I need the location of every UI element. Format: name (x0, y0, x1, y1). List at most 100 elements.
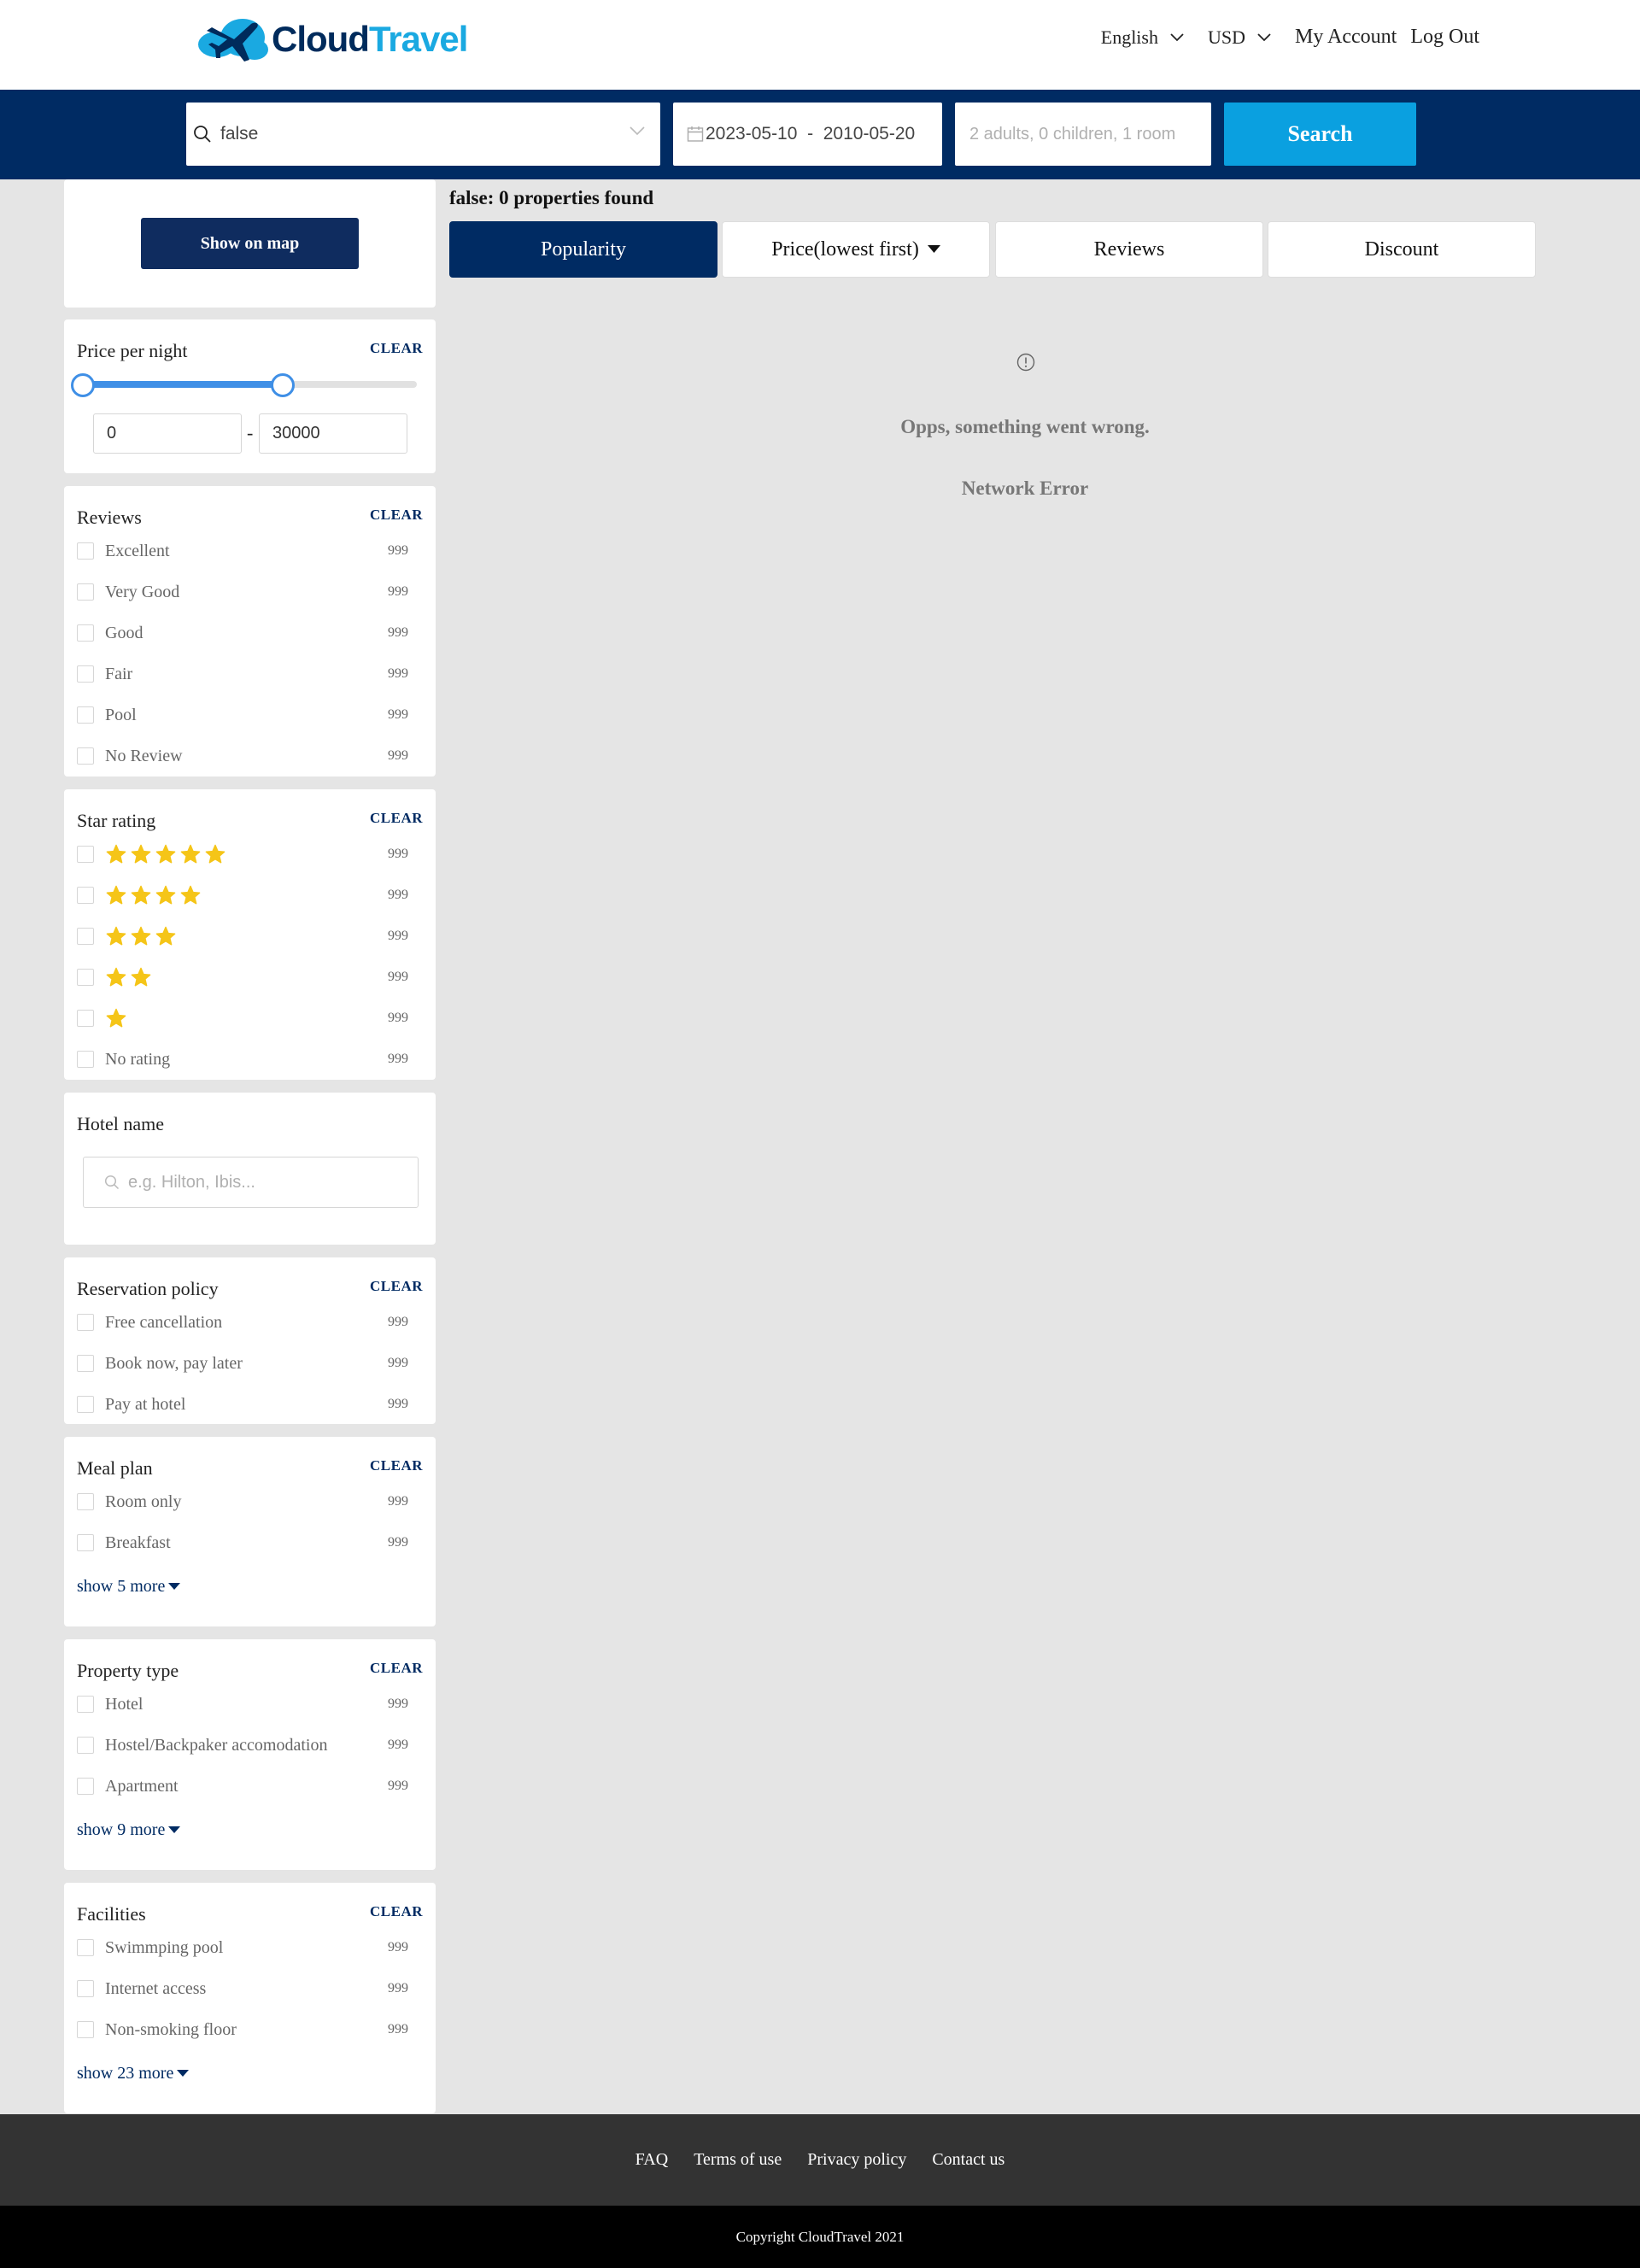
footer-link-faq[interactable]: FAQ (636, 2150, 669, 2170)
calendar-icon (687, 126, 704, 142)
facility-option-swimming-pool[interactable]: Swimmping pool 999 (77, 1935, 408, 1960)
destination-input[interactable]: false (186, 103, 660, 166)
logo[interactable]: CloudTravel (195, 15, 468, 63)
error-detail: Network Error (961, 478, 1089, 499)
star-option-3[interactable]: 999 (77, 923, 408, 949)
star-rating-clear-button[interactable]: CLEAR (370, 810, 423, 827)
review-option-good[interactable]: Good 999 (77, 620, 408, 646)
checkbox[interactable] (77, 846, 94, 863)
property-type-show-more-link[interactable]: show 9 more (77, 1820, 181, 1840)
star-option-no-rating[interactable]: No rating 999 (77, 1046, 408, 1072)
policy-option-book-now-pay-later[interactable]: Book now, pay later 999 (77, 1351, 408, 1376)
checkbox[interactable] (77, 1696, 94, 1713)
option-label: No rating (105, 1049, 171, 1069)
property-option-hostel[interactable]: Hostel/Backpaker accomodation 999 (77, 1732, 408, 1758)
checkbox[interactable] (77, 624, 94, 642)
checkbox[interactable] (77, 1778, 94, 1795)
checkbox[interactable] (77, 1355, 94, 1372)
meal-plan-show-more-link[interactable]: show 5 more (77, 1577, 181, 1597)
star-option-4[interactable]: 999 (77, 882, 408, 908)
option-count: 999 (388, 748, 408, 763)
footer-link-terms[interactable]: Terms of use (694, 2150, 782, 2170)
review-option-pool[interactable]: Pool 999 (77, 702, 408, 728)
caret-down-icon (168, 1826, 181, 1833)
price-max-input[interactable]: 30000 (259, 413, 407, 454)
sort-tab-discount[interactable]: Discount (1268, 221, 1536, 278)
checkbox[interactable] (77, 969, 94, 986)
review-option-excellent[interactable]: Excellent 999 (77, 538, 408, 564)
option-label: Apartment (105, 1776, 179, 1796)
footer-link-contact[interactable]: Contact us (932, 2150, 1004, 2170)
star-option-2[interactable]: 999 (77, 964, 408, 990)
currency-dropdown[interactable]: USD (1208, 26, 1271, 49)
language-dropdown[interactable]: English (1101, 26, 1184, 49)
sort-tab-popularity[interactable]: Popularity (449, 221, 718, 278)
meal-plan-clear-button[interactable]: CLEAR (370, 1457, 423, 1474)
price-min-input[interactable]: 0 (93, 413, 242, 454)
guests-input[interactable]: 2 adults, 0 children, 1 room (955, 103, 1211, 166)
show-more-label: show 23 more (77, 2064, 174, 2083)
chevron-down-icon (630, 126, 645, 136)
checkbox[interactable] (77, 1493, 94, 1510)
facility-option-internet-access[interactable]: Internet access 999 (77, 1976, 408, 2001)
checkbox[interactable] (77, 1396, 94, 1413)
property-option-hotel[interactable]: Hotel 999 (77, 1691, 408, 1717)
checkbox[interactable] (77, 542, 94, 560)
checkbox[interactable] (77, 747, 94, 765)
price-clear-button[interactable]: CLEAR (370, 340, 423, 357)
facility-option-non-smoking-floor[interactable]: Non-smoking floor 999 (77, 2017, 408, 2042)
policy-option-free-cancellation[interactable]: Free cancellation 999 (77, 1310, 408, 1335)
price-slider-min-handle[interactable] (71, 373, 95, 397)
option-count: 999 (388, 1940, 408, 1954)
property-type-clear-button[interactable]: CLEAR (370, 1660, 423, 1677)
review-option-no-review[interactable]: No Review 999 (77, 743, 408, 769)
meal-option-breakfast[interactable]: Breakfast 999 (77, 1530, 408, 1556)
star-icon (106, 967, 126, 987)
checkbox[interactable] (77, 1010, 94, 1027)
checkbox[interactable] (77, 928, 94, 945)
checkbox[interactable] (77, 665, 94, 683)
sort-tab-reviews[interactable]: Reviews (995, 221, 1263, 278)
checkbox[interactable] (77, 583, 94, 601)
option-count: 999 (388, 1356, 408, 1370)
logout-link[interactable]: Log Out (1410, 26, 1479, 49)
checkbox[interactable] (77, 887, 94, 904)
hotel-name-input[interactable]: e.g. Hilton, Ibis... (83, 1157, 419, 1208)
show-on-map-button[interactable]: Show on map (141, 218, 359, 269)
footer-link-privacy[interactable]: Privacy policy (807, 2150, 906, 2170)
checkbox[interactable] (77, 1051, 94, 1068)
my-account-link[interactable]: My Account (1295, 26, 1397, 49)
checkbox[interactable] (77, 1534, 94, 1551)
option-count: 999 (388, 1052, 408, 1066)
star-option-1[interactable]: 999 (77, 1005, 408, 1031)
option-label: Book now, pay later (105, 1353, 243, 1373)
star-option-5[interactable]: 999 (77, 841, 408, 867)
option-label: Room only (105, 1491, 182, 1511)
checkbox[interactable] (77, 1314, 94, 1331)
date-range-input[interactable]: 2023-05-10 - 2010-05-20 (673, 103, 942, 166)
sort-tab-price[interactable]: Price(lowest first) (722, 221, 990, 278)
review-option-very-good[interactable]: Very Good 999 (77, 579, 408, 605)
price-slider-max-handle[interactable] (270, 373, 295, 397)
meal-option-room-only[interactable]: Room only 999 (77, 1489, 408, 1515)
reservation-policy-clear-button[interactable]: CLEAR (370, 1278, 423, 1295)
star-icon (131, 885, 151, 905)
option-count: 999 (388, 970, 408, 984)
checkbox[interactable] (77, 706, 94, 724)
map-panel: Show on map (64, 179, 436, 308)
search-button[interactable]: Search (1224, 103, 1416, 166)
star-icon (155, 926, 176, 946)
checkbox[interactable] (77, 2021, 94, 2038)
facilities-show-more-link[interactable]: show 23 more (77, 2064, 190, 2083)
policy-option-pay-at-hotel[interactable]: Pay at hotel 999 (77, 1392, 408, 1417)
chevron-down-icon (1170, 32, 1184, 41)
checkbox[interactable] (77, 1939, 94, 1956)
facilities-clear-button[interactable]: CLEAR (370, 1903, 423, 1920)
logo-text-travel: Travel (368, 19, 468, 59)
checkbox[interactable] (77, 1980, 94, 1997)
checkbox[interactable] (77, 1737, 94, 1754)
property-option-apartment[interactable]: Apartment 999 (77, 1773, 408, 1799)
review-option-fair[interactable]: Fair 999 (77, 661, 408, 687)
reviews-clear-button[interactable]: CLEAR (370, 507, 423, 524)
logo-wordmark: CloudTravel (272, 19, 468, 60)
